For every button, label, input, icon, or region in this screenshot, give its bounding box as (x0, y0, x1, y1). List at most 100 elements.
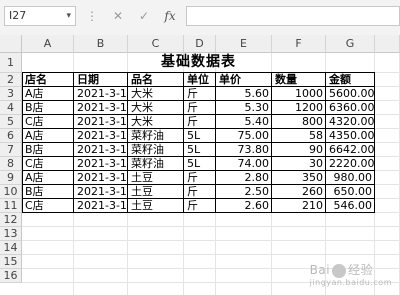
table-cell[interactable]: 1000 (272, 87, 326, 101)
table-cell[interactable]: 2021-3-1 (74, 171, 128, 185)
table-cell[interactable]: 5600.00 (326, 87, 375, 101)
table-cell[interactable]: 546.00 (326, 199, 375, 213)
table-cell[interactable]: 大米 (128, 87, 184, 101)
table-cell[interactable]: A店 (22, 171, 74, 185)
table-cell[interactable]: 90 (272, 143, 326, 157)
table-cell[interactable]: 350 (272, 171, 326, 185)
row-header-3[interactable]: 3 (0, 87, 22, 101)
table-cell[interactable]: 2021-3-1 (74, 185, 128, 199)
table-cell[interactable]: C店 (22, 157, 74, 171)
column-header-c[interactable]: C (128, 35, 184, 53)
header-cell[interactable]: 单价 (216, 73, 272, 87)
table-cell[interactable]: 6360.00 (326, 101, 375, 115)
table-cell[interactable]: A店 (22, 87, 74, 101)
spreadsheet-grid[interactable]: A B C D E F G 1 2 3 4 5 6 7 8 9 10 11 12 13 14 15 16 基础数据表 店名 日期品… (0, 35, 400, 295)
table-cell[interactable]: 2.50 (216, 185, 272, 199)
header-cell[interactable]: 日期 (74, 73, 128, 87)
header-cell[interactable]: 单位 (184, 73, 216, 87)
table-cell[interactable]: 2021-3-1 (74, 101, 128, 115)
table-cell[interactable]: 4350.00 (326, 129, 375, 143)
table-cell[interactable]: 2021-3-1 (74, 157, 128, 171)
cancel-icon[interactable]: ✕ (110, 6, 126, 26)
header-cell[interactable]: 数量 (272, 73, 326, 87)
header-cell[interactable]: 品名 (128, 73, 184, 87)
row-header-10[interactable]: 10 (0, 185, 22, 199)
formula-input[interactable] (186, 6, 400, 26)
table-cell[interactable]: 2.60 (216, 199, 272, 213)
header-cell[interactable]: 金额 (326, 73, 375, 87)
table-cell[interactable]: 5.40 (216, 115, 272, 129)
row-header-14[interactable]: 14 (0, 241, 22, 255)
row-header-1[interactable]: 1 (0, 53, 22, 73)
table-cell[interactable]: 4320.00 (326, 115, 375, 129)
column-header-g[interactable]: G (326, 35, 375, 53)
table-cell[interactable]: 斤 (184, 101, 216, 115)
table-cell[interactable]: 斤 (184, 199, 216, 213)
table-cell[interactable]: 5.30 (216, 101, 272, 115)
column-header-e[interactable]: E (216, 35, 272, 53)
table-cell[interactable]: 2021-3-1 (74, 143, 128, 157)
table-cell[interactable]: 58 (272, 129, 326, 143)
table-cell[interactable]: B店 (22, 185, 74, 199)
row-header-8[interactable]: 8 (0, 157, 22, 171)
table-cell[interactable]: 斤 (184, 171, 216, 185)
name-box[interactable]: I27 ▾ (4, 6, 76, 26)
row-header-7[interactable]: 7 (0, 143, 22, 157)
table-cell[interactable]: 210 (272, 199, 326, 213)
table-cell[interactable]: 800 (272, 115, 326, 129)
header-cell[interactable]: 店名 (22, 73, 74, 87)
row-header-13[interactable]: 13 (0, 227, 22, 241)
row-header-2[interactable]: 2 (0, 73, 22, 87)
table-cell[interactable]: 土豆 (128, 199, 184, 213)
table-cell[interactable]: 菜籽油 (128, 143, 184, 157)
table-cell[interactable]: 980.00 (326, 171, 375, 185)
table-cell[interactable]: 菜籽油 (128, 157, 184, 171)
column-header-d[interactable]: D (184, 35, 216, 53)
row-header-11[interactable]: 11 (0, 199, 22, 213)
table-cell[interactable]: 土豆 (128, 185, 184, 199)
column-header-f[interactable]: F (272, 35, 326, 53)
table-cell[interactable]: B店 (22, 101, 74, 115)
table-cell[interactable]: 260 (272, 185, 326, 199)
table-cell[interactable]: C店 (22, 115, 74, 129)
table-cell[interactable]: 73.80 (216, 143, 272, 157)
confirm-icon[interactable]: ✓ (136, 6, 152, 26)
column-header-empty[interactable] (375, 35, 400, 53)
row-header-6[interactable]: 6 (0, 129, 22, 143)
column-header-b[interactable]: B (74, 35, 128, 53)
table-cell[interactable]: 75.00 (216, 129, 272, 143)
table-cell[interactable]: 2021-3-1 (74, 129, 128, 143)
row-header-16[interactable]: 16 (0, 269, 22, 283)
table-cell[interactable]: 大米 (128, 115, 184, 129)
table-cell[interactable]: 土豆 (128, 171, 184, 185)
row-header-15[interactable]: 15 (0, 255, 22, 269)
table-cell[interactable]: 2021-3-1 (74, 87, 128, 101)
select-all-corner[interactable] (0, 35, 22, 53)
table-cell[interactable]: 斤 (184, 185, 216, 199)
table-cell[interactable]: 2021-3-1 (74, 199, 128, 213)
table-cell[interactable]: 650.00 (326, 185, 375, 199)
insert-function-icon[interactable]: fx (162, 6, 178, 26)
row-header-4[interactable]: 4 (0, 101, 22, 115)
chevron-down-icon[interactable]: ▾ (66, 7, 71, 25)
table-cell[interactable]: 斤 (184, 87, 216, 101)
table-cell[interactable]: 斤 (184, 115, 216, 129)
table-cell[interactable]: 2021-3-1 (74, 115, 128, 129)
table-cell[interactable]: 5L (184, 143, 216, 157)
table-cell[interactable]: 74.00 (216, 157, 272, 171)
table-cell[interactable]: 5L (184, 129, 216, 143)
table-cell[interactable]: C店 (22, 199, 74, 213)
table-cell[interactable]: B店 (22, 143, 74, 157)
table-cell[interactable]: 5L (184, 157, 216, 171)
table-cell[interactable]: A店 (22, 129, 74, 143)
sheet-title[interactable]: 基础数据表 (22, 53, 375, 73)
row-header-9[interactable]: 9 (0, 171, 22, 185)
column-header-a[interactable]: A (22, 35, 74, 53)
row-header-5[interactable]: 5 (0, 115, 22, 129)
table-cell[interactable]: 1200 (272, 101, 326, 115)
table-cell[interactable]: 大米 (128, 101, 184, 115)
table-cell[interactable]: 5.60 (216, 87, 272, 101)
row-header-12[interactable]: 12 (0, 213, 22, 227)
table-cell[interactable]: 6642.00 (326, 143, 375, 157)
table-cell[interactable]: 30 (272, 157, 326, 171)
